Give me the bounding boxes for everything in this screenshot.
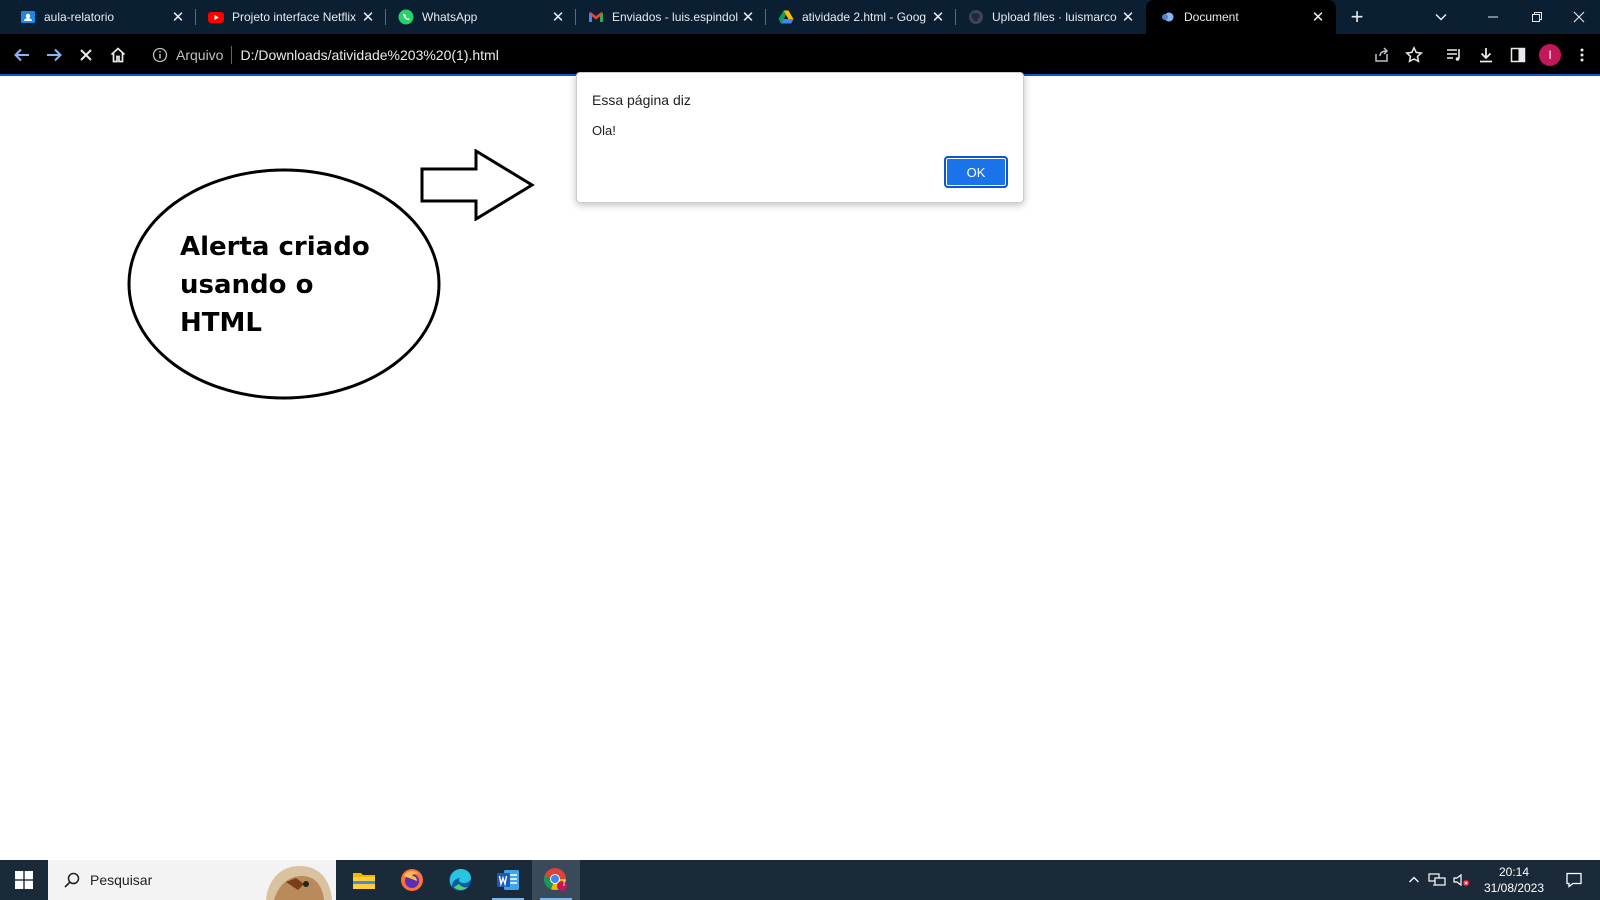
system-clock[interactable]: 20:14 31/08/2023 bbox=[1476, 864, 1552, 896]
close-window-button[interactable] bbox=[1558, 0, 1600, 34]
share-icon bbox=[1375, 47, 1389, 62]
address-bar[interactable]: Arquivo D:/Downloads/atividade%203%20(1)… bbox=[140, 38, 1360, 72]
network-button[interactable] bbox=[1426, 860, 1448, 900]
file-explorer-icon[interactable] bbox=[340, 860, 388, 900]
notifications-button[interactable] bbox=[1556, 860, 1592, 900]
tab-title: Document bbox=[1184, 10, 1239, 24]
windows-taskbar: Pesquisar I 20:14 31/08/2023 bbox=[0, 860, 1600, 900]
show-hidden-icons-button[interactable] bbox=[1404, 860, 1424, 900]
dialog-message: Ola! bbox=[592, 123, 616, 138]
divider bbox=[231, 46, 233, 64]
tab-title: WhatsApp bbox=[422, 10, 478, 24]
url-text[interactable]: D:/Downloads/atividade%203%20(1).html bbox=[240, 47, 498, 63]
tab-document[interactable]: Document ✕ bbox=[1146, 0, 1336, 34]
arrow-left-icon bbox=[14, 48, 29, 62]
edge-icon[interactable] bbox=[436, 860, 484, 900]
close-icon[interactable]: ✕ bbox=[170, 9, 186, 26]
new-tab-button[interactable]: + bbox=[1340, 0, 1374, 34]
playlist-icon bbox=[1447, 49, 1460, 61]
side-panel-button[interactable] bbox=[1502, 39, 1534, 71]
bubble-text: Alerta criado usando o HTML bbox=[180, 232, 370, 338]
volume-button[interactable] bbox=[1450, 860, 1472, 900]
ok-button[interactable]: OK bbox=[944, 156, 1008, 188]
side-panel-icon bbox=[1510, 47, 1526, 63]
arrow-right-icon bbox=[420, 149, 535, 221]
close-icon[interactable]: ✕ bbox=[550, 9, 566, 26]
minimize-button[interactable] bbox=[1470, 0, 1516, 34]
forward-button[interactable] bbox=[38, 39, 70, 71]
downloads-button[interactable] bbox=[1470, 39, 1502, 71]
download-icon bbox=[1480, 48, 1492, 63]
firefox-icon[interactable] bbox=[388, 860, 436, 900]
windows-logo-icon bbox=[15, 871, 33, 889]
reading-list-button[interactable] bbox=[1438, 39, 1470, 71]
start-button[interactable] bbox=[0, 860, 48, 900]
search-icon bbox=[62, 870, 82, 890]
arrow-right-icon bbox=[47, 48, 62, 62]
menu-button[interactable] bbox=[1566, 39, 1598, 71]
word-icon[interactable] bbox=[484, 860, 532, 900]
network-icon bbox=[1428, 873, 1446, 886]
chevron-down-icon bbox=[1435, 13, 1447, 21]
whatsapp-icon bbox=[398, 9, 414, 25]
chrome-icon[interactable]: I bbox=[532, 860, 580, 900]
bookmark-button[interactable] bbox=[1398, 39, 1430, 71]
more-vertical-icon bbox=[1580, 48, 1584, 62]
tab-aula-relatorio[interactable]: aula-relatorio ✕ bbox=[0, 0, 196, 34]
tab-github-upload[interactable]: Upload files · luismarco ✕ bbox=[956, 0, 1146, 34]
close-icon[interactable]: ✕ bbox=[1310, 9, 1326, 26]
security-chip[interactable]: Arquivo bbox=[176, 47, 223, 63]
google-classroom-icon bbox=[20, 9, 36, 25]
gmail-icon bbox=[588, 9, 604, 25]
alert-dialog: Essa página diz Ola! OK bbox=[576, 72, 1024, 203]
tab-title: Upload files · luismarco bbox=[992, 10, 1117, 24]
star-icon bbox=[1405, 46, 1423, 63]
profile-button[interactable]: I bbox=[1534, 39, 1566, 71]
tab-strip: aula-relatorio ✕ Projeto interface Netfl… bbox=[0, 0, 1600, 34]
close-icon[interactable]: ✕ bbox=[930, 9, 946, 26]
avatar: I bbox=[1539, 44, 1561, 66]
tab-search-button[interactable] bbox=[1424, 0, 1458, 34]
close-icon bbox=[1573, 11, 1585, 23]
volume-muted-icon bbox=[1453, 873, 1470, 887]
dialog-title: Essa página diz bbox=[592, 92, 691, 108]
stop-loading-button[interactable] bbox=[70, 39, 102, 71]
close-icon bbox=[80, 49, 92, 61]
tab-whatsapp[interactable]: WhatsApp ✕ bbox=[386, 0, 576, 34]
close-icon[interactable]: ✕ bbox=[360, 9, 376, 26]
chevron-up-icon bbox=[1409, 876, 1419, 883]
home-icon bbox=[110, 47, 126, 63]
search-placeholder: Pesquisar bbox=[90, 872, 153, 888]
share-button[interactable] bbox=[1366, 39, 1398, 71]
browser-toolbar: Arquivo D:/Downloads/atividade%203%20(1)… bbox=[0, 34, 1600, 76]
youtube-icon bbox=[208, 9, 224, 25]
tab-gmail-enviados[interactable]: Enviados - luis.espindol ✕ bbox=[576, 0, 766, 34]
minimize-icon bbox=[1488, 16, 1498, 18]
clock-date: 31/08/2023 bbox=[1483, 881, 1545, 895]
restore-button[interactable] bbox=[1516, 0, 1558, 34]
taskbar-search[interactable]: Pesquisar bbox=[48, 860, 336, 900]
tab-title: aula-relatorio bbox=[44, 10, 115, 24]
tab-projeto-netflix[interactable]: Projeto interface Netflix ✕ bbox=[196, 0, 386, 34]
search-highlight-illustration bbox=[266, 866, 332, 900]
notification-icon bbox=[1566, 872, 1582, 888]
clock-time: 20:14 bbox=[1498, 865, 1530, 879]
chrome-profile-badge: I bbox=[562, 879, 566, 888]
info-icon[interactable] bbox=[150, 45, 170, 65]
globe-icon bbox=[1160, 9, 1176, 25]
restore-icon bbox=[1532, 12, 1542, 22]
tab-title: Projeto interface Netflix bbox=[232, 10, 357, 24]
home-button[interactable] bbox=[102, 39, 134, 71]
tab-title: Enviados - luis.espindol bbox=[612, 10, 739, 24]
tab-google-drive[interactable]: atividade 2.html - Goog ✕ bbox=[766, 0, 956, 34]
github-icon bbox=[968, 9, 984, 25]
tab-title: atividade 2.html - Goog bbox=[802, 10, 927, 24]
back-button[interactable] bbox=[6, 39, 38, 71]
close-icon[interactable]: ✕ bbox=[740, 9, 756, 26]
google-drive-icon bbox=[778, 9, 794, 25]
close-icon[interactable]: ✕ bbox=[1120, 9, 1136, 26]
